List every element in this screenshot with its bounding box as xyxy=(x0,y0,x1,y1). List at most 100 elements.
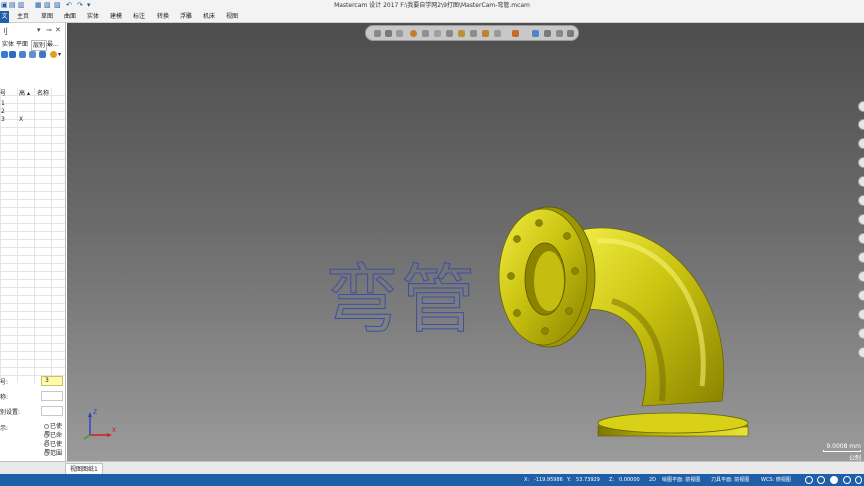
layers-icon[interactable] xyxy=(19,51,26,58)
levels-grid xyxy=(0,88,65,383)
status-y-value: 53.73929 xyxy=(576,477,600,483)
edge-handle-icon[interactable] xyxy=(858,157,864,168)
levels-manager-panel: 刂 ▾ ⊸ ✕ 实体 平面 层别 最... ▾ 号 高 ▴ 名称 1 2 3 X… xyxy=(0,23,66,474)
line-style-icon[interactable] xyxy=(422,30,429,37)
edge-handle-icon[interactable] xyxy=(858,195,864,206)
axis-z-label: Z xyxy=(93,409,97,416)
status-wcs[interactable]: WCS: 俯视图 xyxy=(761,474,791,486)
surface-color-icon[interactable] xyxy=(470,30,477,37)
level-icon[interactable] xyxy=(512,30,519,37)
tab-relief[interactable]: 浮雕 xyxy=(180,11,192,23)
transparency-icon[interactable] xyxy=(843,476,851,484)
material-icon[interactable] xyxy=(482,30,489,37)
shaded-icon[interactable] xyxy=(556,30,563,37)
tab-solid[interactable]: 实体 xyxy=(87,11,99,23)
translucency-icon[interactable] xyxy=(567,30,574,37)
edge-handle-icon[interactable] xyxy=(858,252,864,263)
panel-menu-icon[interactable]: ▾ xyxy=(37,26,41,34)
column-name[interactable]: 名称 xyxy=(37,89,49,99)
panel-tab-recent[interactable]: 最... xyxy=(47,40,59,49)
radio-range[interactable]: 范围 xyxy=(44,450,62,458)
panel-pin-icon[interactable]: ⊸ xyxy=(46,26,52,34)
status-z-value: 0.00000 xyxy=(619,477,640,483)
edge-handle-icon[interactable] xyxy=(858,347,864,358)
solid-color-icon[interactable] xyxy=(458,30,465,37)
edge-handle-icon[interactable] xyxy=(858,328,864,339)
hidden-lines-icon[interactable] xyxy=(544,30,551,37)
panel-close-icon[interactable]: ✕ xyxy=(55,26,61,34)
view-globe-icon[interactable] xyxy=(805,476,813,484)
status-mode[interactable]: 2D xyxy=(649,474,656,486)
tab-surface[interactable]: 曲面 xyxy=(64,11,76,23)
bolt-hole xyxy=(563,232,571,240)
tab-dimension[interactable]: 标注 xyxy=(133,11,145,23)
quick-view-toolbar xyxy=(365,25,579,41)
tab-transform[interactable]: 转换 xyxy=(157,11,169,23)
tab-file[interactable]: 文 xyxy=(0,11,9,23)
levels-grid-header: 号 高 ▴ 名称 xyxy=(0,89,65,99)
viewsheet-tab[interactable]: 视图图纸1 xyxy=(65,463,103,474)
tab-home[interactable]: 主页 xyxy=(17,11,29,23)
level-set-field[interactable] xyxy=(41,406,63,416)
graphics-viewport[interactable]: 弯管 Z X 9.0008 mm 公制 xyxy=(67,23,864,461)
wireframe-icon[interactable] xyxy=(532,30,539,37)
level-row[interactable]: 3 X xyxy=(0,116,65,124)
line-width-icon[interactable] xyxy=(434,30,441,37)
status-bar: X: -119.95986 Y: 53.73929 Z: 0.00000 2D … xyxy=(0,474,864,486)
radio-circle-icon xyxy=(44,451,49,456)
display-options-icon[interactable] xyxy=(855,476,862,484)
panel-tab-planes[interactable]: 平面 xyxy=(16,40,28,49)
fill-color-icon[interactable] xyxy=(410,30,417,37)
tab-machine[interactable]: 机床 xyxy=(203,11,215,23)
scale-unit: 公制 xyxy=(848,455,861,461)
level-number-field[interactable]: 3 xyxy=(41,376,63,386)
status-tool-plane[interactable]: 刀具平面: 前视图 xyxy=(711,474,749,486)
pipe-elbow-model[interactable] xyxy=(497,201,767,441)
tab-sketch[interactable]: 草图 xyxy=(41,11,53,23)
level-set-label: 别设置: xyxy=(0,409,21,416)
window-title: Mastercam 设计 2017 F:\我要自学网2\9打图\MasterCa… xyxy=(334,2,530,9)
sort-icon: ▴ xyxy=(27,90,31,97)
analyze-icon[interactable] xyxy=(396,30,403,37)
settings-icon[interactable] xyxy=(50,51,57,58)
tab-model[interactable]: 建模 xyxy=(110,11,122,23)
panel-tab-solids[interactable]: 实体 xyxy=(2,40,14,49)
panel-tab-levels[interactable]: 层别 xyxy=(31,40,48,51)
edge-handle-icon[interactable] xyxy=(858,119,864,130)
edge-handle-icon[interactable] xyxy=(858,176,864,187)
display-label: 示: xyxy=(0,425,9,432)
set-all-icon[interactable] xyxy=(29,51,36,58)
edge-handle-icon[interactable] xyxy=(858,233,864,244)
scale-bar xyxy=(823,450,861,452)
select-icon[interactable] xyxy=(374,30,381,37)
edge-handle-icon[interactable] xyxy=(858,290,864,301)
column-visible[interactable]: 高 xyxy=(19,89,25,99)
point-style-icon[interactable] xyxy=(446,30,453,37)
edge-handle-icon[interactable] xyxy=(858,271,864,282)
edge-handle-icon[interactable] xyxy=(858,138,864,149)
front-flange-bore-inner xyxy=(534,251,564,311)
viewsheet-tabs: 视图图纸1 xyxy=(0,461,864,474)
level-row[interactable]: 1 xyxy=(0,100,65,108)
level-visible-flag[interactable]: X xyxy=(19,116,23,124)
title-bar: ▣ ▤ ▥ ▦ ▧ ▨ ↶ ↷ ▾ Mastercam 设计 2017 F:\我… xyxy=(0,0,864,11)
tab-view[interactable]: 视图 xyxy=(226,11,238,23)
add-level-icon[interactable] xyxy=(1,51,8,58)
shading-icon[interactable] xyxy=(494,30,501,37)
view-cube-icon[interactable] xyxy=(817,476,825,484)
refresh-icon[interactable] xyxy=(39,51,46,58)
find-level-icon[interactable] xyxy=(9,51,16,58)
toolbar-dropdown-icon[interactable]: ▾ xyxy=(58,51,63,58)
edge-handle-icon[interactable] xyxy=(858,101,864,112)
level-name-field[interactable] xyxy=(41,391,63,401)
shading-mode-icon[interactable] xyxy=(830,476,838,484)
edge-handle-icon[interactable] xyxy=(858,214,864,225)
level-row[interactable]: 2 xyxy=(0,108,65,116)
level-number-label: 号: xyxy=(0,379,9,386)
clear-color-icon[interactable] xyxy=(385,30,392,37)
column-number[interactable]: 号 xyxy=(0,89,6,99)
edge-handle-icon[interactable] xyxy=(858,309,864,320)
status-construction-plane[interactable]: 绘图平面: 前视图 xyxy=(662,474,700,486)
axis-gnomon: Z X xyxy=(83,409,116,440)
radio-circle-icon xyxy=(44,433,49,438)
